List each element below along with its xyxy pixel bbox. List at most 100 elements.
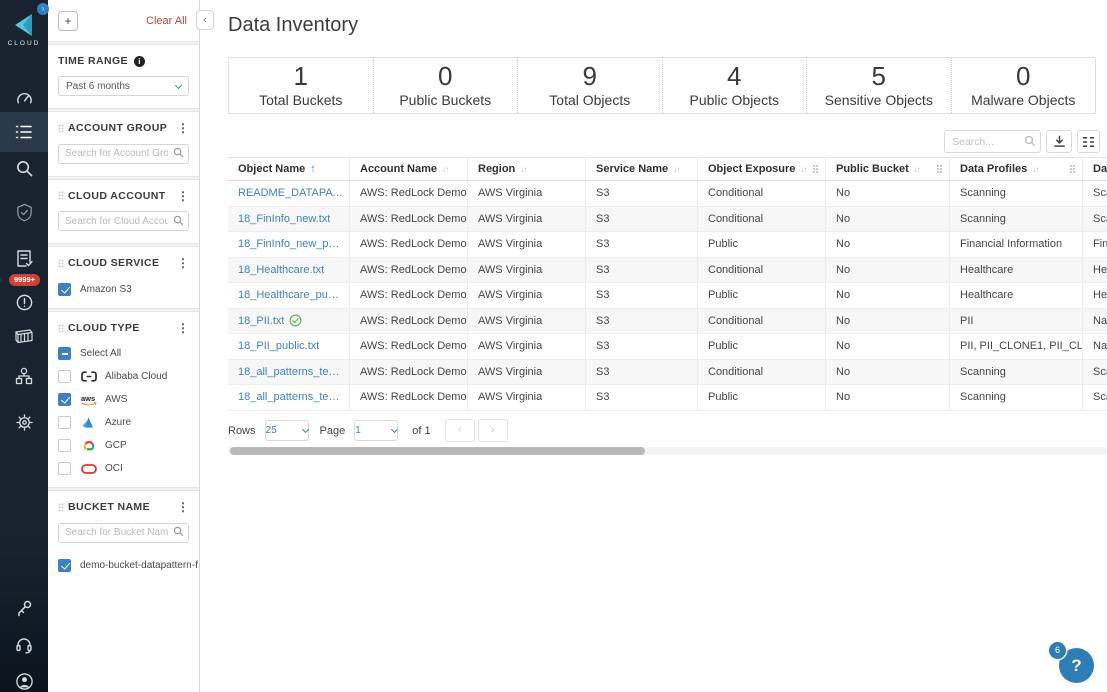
table-row: 18_Healthcare.txt AWS: RedLock Demo Acc.… [228, 257, 1107, 283]
col-data-profiles[interactable]: Data Profiles ↓↑ [950, 158, 1083, 180]
kebab-menu-icon[interactable]: ⋮ [177, 322, 189, 334]
cell-exposure: Conditional [698, 359, 826, 384]
sort-icon: ↓↑ [442, 164, 449, 174]
object-link[interactable]: 18_Healthcare.txt [238, 264, 324, 276]
page-number-select[interactable]: 1 [354, 420, 399, 441]
cell-public-bucket: No [826, 359, 950, 384]
alibaba-cloud-checkbox[interactable] [58, 370, 71, 383]
cell-service: S3 [586, 359, 698, 384]
azure-icon [80, 417, 98, 428]
oci-icon [80, 463, 98, 474]
bucket-name-search-input[interactable] [58, 522, 189, 543]
rows-per-page-select[interactable]: 25 [264, 420, 309, 441]
drag-handle-icon[interactable] [58, 124, 64, 133]
info-icon: i [133, 55, 145, 67]
download-button[interactable] [1046, 130, 1072, 153]
drag-handle-icon[interactable] [58, 324, 64, 333]
aws-checkbox[interactable] [58, 393, 71, 406]
app-root: CLOUD › 9999+ + Clear All TIME RANGE i P… [0, 0, 1107, 692]
table-row: 18_PII.txt AWS: RedLock Demo Acc... AWS … [228, 308, 1107, 334]
azure-checkbox[interactable] [58, 416, 71, 429]
sort-icon: ↓↑ [1032, 164, 1039, 174]
kebab-menu-icon[interactable]: ⋮ [177, 257, 189, 269]
nav-settings[interactable] [0, 402, 48, 442]
next-page-button[interactable]: › [477, 419, 508, 442]
drag-handle-icon[interactable] [58, 191, 64, 200]
gear-icon [15, 413, 33, 431]
cell-public-bucket: No [826, 283, 950, 308]
cell-region: AWS Virginia [468, 334, 586, 359]
object-link[interactable]: 18_FinInfo_new.txt [238, 213, 330, 225]
gcp-checkbox[interactable] [58, 439, 71, 452]
col-region[interactable]: Region ↓↑ [468, 158, 586, 180]
object-link[interactable]: README_DATAPATTER... [238, 187, 343, 199]
cell-public-bucket: No [826, 308, 950, 333]
cell-service: S3 [586, 385, 698, 410]
cell-account: AWS: RedLock Demo Acc... [350, 385, 468, 410]
object-link[interactable]: 18_FinInfo_new_public.txt [238, 238, 343, 250]
column-drag-handle[interactable] [812, 164, 819, 174]
nav-profile[interactable] [0, 661, 48, 692]
amazon-s3-label: Amazon S3 [80, 284, 132, 295]
kebab-menu-icon[interactable]: ⋮ [177, 501, 189, 513]
cell-patterns: Hea [1093, 289, 1107, 302]
nav-support[interactable] [0, 625, 48, 665]
col-data-patterns[interactable]: Dat [1083, 158, 1107, 180]
column-drag-handle[interactable] [1069, 164, 1076, 174]
col-service-name[interactable]: Service Name ↓↑ [586, 158, 698, 180]
table-row: 18_all_patterns_test.txt AWS: RedLock De… [228, 359, 1107, 385]
search-icon [173, 215, 184, 225]
time-range-select[interactable]: Past 6 months [58, 76, 189, 96]
search-icon [173, 526, 184, 537]
object-link[interactable]: 18_PII.txt [238, 315, 284, 327]
cloud-account-section: CLOUD ACCOUNT ⋮ [48, 180, 199, 244]
col-account-name[interactable]: Account Name ↓↑ [350, 158, 468, 180]
sidebar-expand-badge[interactable]: › [37, 3, 49, 15]
clear-all-filters-link[interactable]: Clear All [146, 15, 187, 27]
column-settings-button[interactable] [1077, 130, 1100, 153]
cell-patterns: Nat [1093, 340, 1107, 353]
column-drag-handle[interactable] [936, 164, 943, 174]
drag-handle-icon[interactable] [58, 503, 64, 512]
cloud-account-search-input[interactable] [58, 211, 189, 231]
headset-icon [16, 638, 32, 654]
table-row: README_DATAPATTER... AWS: RedLock Demo A… [228, 181, 1107, 207]
bucket-checkbox[interactable] [58, 558, 71, 572]
nav-compliance[interactable] [0, 192, 48, 232]
add-filter-button[interactable]: + [58, 11, 78, 31]
oci-checkbox[interactable] [58, 462, 71, 475]
cell-patterns: Sca [1093, 187, 1107, 200]
horizontal-scrollbar-thumb[interactable] [230, 447, 645, 455]
prev-page-button[interactable]: ‹ [444, 419, 475, 442]
cell-patterns: Hea [1093, 263, 1107, 276]
kebab-menu-icon[interactable]: ⋮ [177, 122, 189, 134]
collapse-filters-button[interactable]: ‹ [196, 10, 214, 30]
sort-icon: ↓↑ [913, 164, 921, 174]
horizontal-scrollbar-track [228, 447, 1107, 455]
col-public-bucket[interactable]: Public Bucket ↓↑ [826, 158, 950, 180]
nav-policies[interactable] [0, 238, 48, 278]
account-group-search-input[interactable] [58, 143, 189, 164]
cell-exposure: Public [698, 334, 826, 359]
cell-exposure: Public [698, 385, 826, 410]
verified-check-icon [289, 314, 302, 327]
nav-inventory[interactable] [0, 112, 48, 152]
table-header-row: Object Name ↑ Account Name ↓↑ Region ↓↑ Ser… [228, 157, 1107, 181]
select-all-checkbox[interactable] [58, 347, 71, 360]
alert-circle-icon [16, 294, 32, 310]
stats-strip: 1 Total Buckets 0 Public Buckets 9 Total… [228, 57, 1096, 114]
amazon-s3-checkbox[interactable] [58, 283, 71, 296]
object-link[interactable]: 18_Healthcare_public.txt [238, 289, 343, 301]
object-link[interactable]: 18_all_patterns_test.txt [238, 366, 343, 378]
page-title: Data Inventory [228, 14, 359, 36]
nav-access-keys[interactable] [0, 588, 48, 628]
drag-handle-icon[interactable] [58, 259, 64, 268]
nav-ram[interactable] [0, 356, 48, 396]
nav-compute[interactable] [0, 316, 48, 356]
kebab-menu-icon[interactable]: ⋮ [177, 190, 189, 202]
col-object-name[interactable]: Object Name ↑ [228, 158, 350, 180]
object-link[interactable]: 18_PII_public.txt [238, 340, 319, 352]
nav-search[interactable] [0, 148, 48, 188]
col-object-exposure[interactable]: Object Exposure ↓↑ [698, 158, 826, 180]
object-link[interactable]: 18_all_patterns_test_publ... [238, 391, 343, 403]
